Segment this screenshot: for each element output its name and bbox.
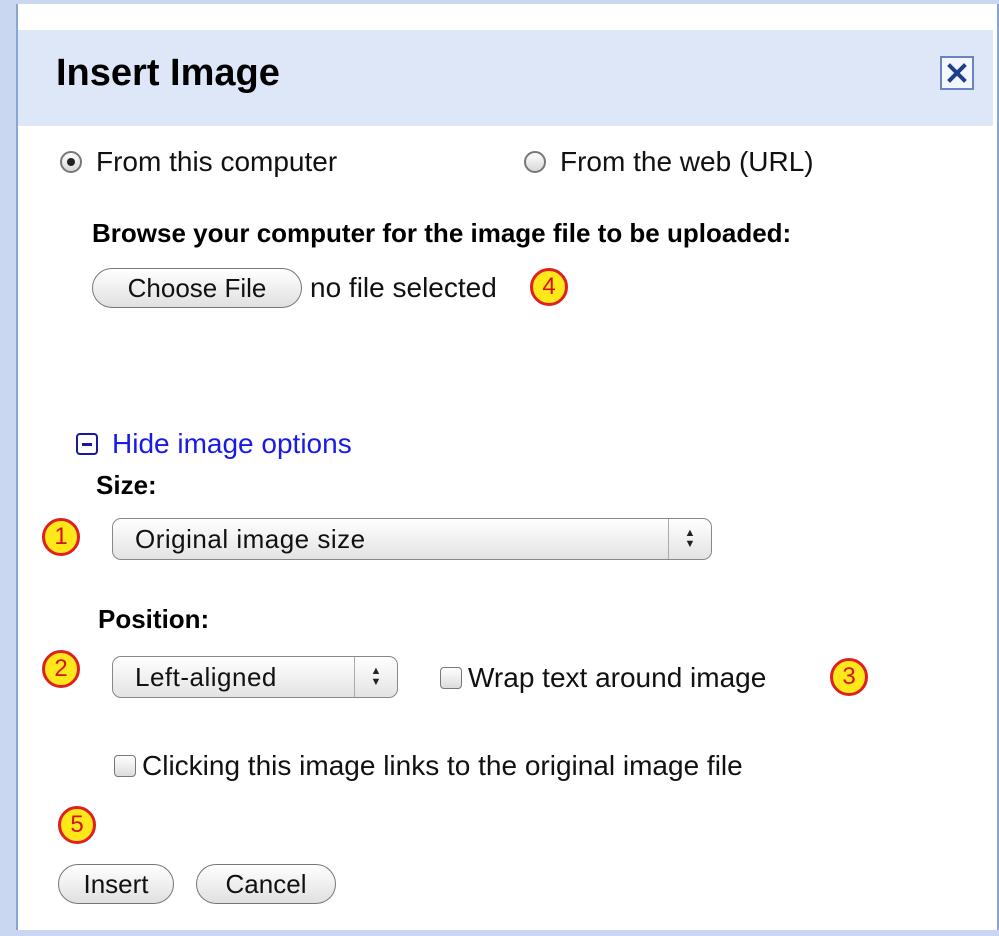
callout-marker: 3 bbox=[830, 658, 868, 696]
wrap-text-label: Wrap text around image bbox=[468, 662, 767, 693]
radio-from-computer-label: From this computer bbox=[96, 146, 338, 177]
size-select[interactable]: Original image size ▲ ▼ bbox=[112, 518, 712, 560]
choose-file-button[interactable]: Choose File bbox=[92, 268, 302, 308]
wrap-text-checkbox[interactable] bbox=[440, 667, 462, 689]
wrap-text-checkbox-row[interactable]: Wrap text around image bbox=[440, 662, 766, 694]
position-label: Position: bbox=[98, 604, 210, 634]
minus-box-icon bbox=[76, 433, 98, 455]
radio-from-web[interactable]: From the web (URL) bbox=[524, 146, 814, 178]
file-status-text: no file selected bbox=[310, 272, 497, 303]
upload-heading: Browse your computer for the image file … bbox=[92, 218, 792, 248]
close-x-icon bbox=[947, 63, 967, 83]
position-select[interactable]: Left-aligned ▲ ▼ bbox=[112, 656, 398, 698]
position-select-value: Left-aligned bbox=[135, 661, 277, 692]
cancel-button[interactable]: Cancel bbox=[196, 864, 336, 904]
link-original-checkbox[interactable] bbox=[114, 755, 136, 777]
callout-marker: 5 bbox=[58, 806, 96, 844]
radio-unchecked-icon[interactable] bbox=[524, 151, 546, 173]
select-arrows-icon: ▲ ▼ bbox=[668, 519, 711, 559]
select-arrows-icon: ▲ ▼ bbox=[354, 657, 397, 697]
radio-from-web-label: From the web (URL) bbox=[560, 146, 814, 177]
callout-marker: 1 bbox=[42, 518, 80, 556]
size-label: Size: bbox=[96, 470, 157, 500]
dialog-title: Insert Image bbox=[56, 52, 280, 94]
hide-image-options-link[interactable]: Hide image options bbox=[76, 428, 352, 460]
hide-image-options-label: Hide image options bbox=[112, 428, 352, 459]
size-select-value: Original image size bbox=[135, 523, 366, 554]
link-original-checkbox-row[interactable]: Clicking this image links to the origina… bbox=[114, 750, 743, 782]
callout-marker: 2 bbox=[42, 650, 80, 688]
insert-button[interactable]: Insert bbox=[58, 864, 174, 904]
insert-image-dialog: Insert Image From this computer From the… bbox=[16, 4, 999, 930]
callout-marker: 4 bbox=[530, 268, 568, 306]
link-original-label: Clicking this image links to the origina… bbox=[142, 750, 743, 781]
radio-from-computer[interactable]: From this computer bbox=[60, 146, 337, 178]
close-button[interactable] bbox=[940, 56, 974, 90]
radio-checked-icon[interactable] bbox=[60, 151, 82, 173]
